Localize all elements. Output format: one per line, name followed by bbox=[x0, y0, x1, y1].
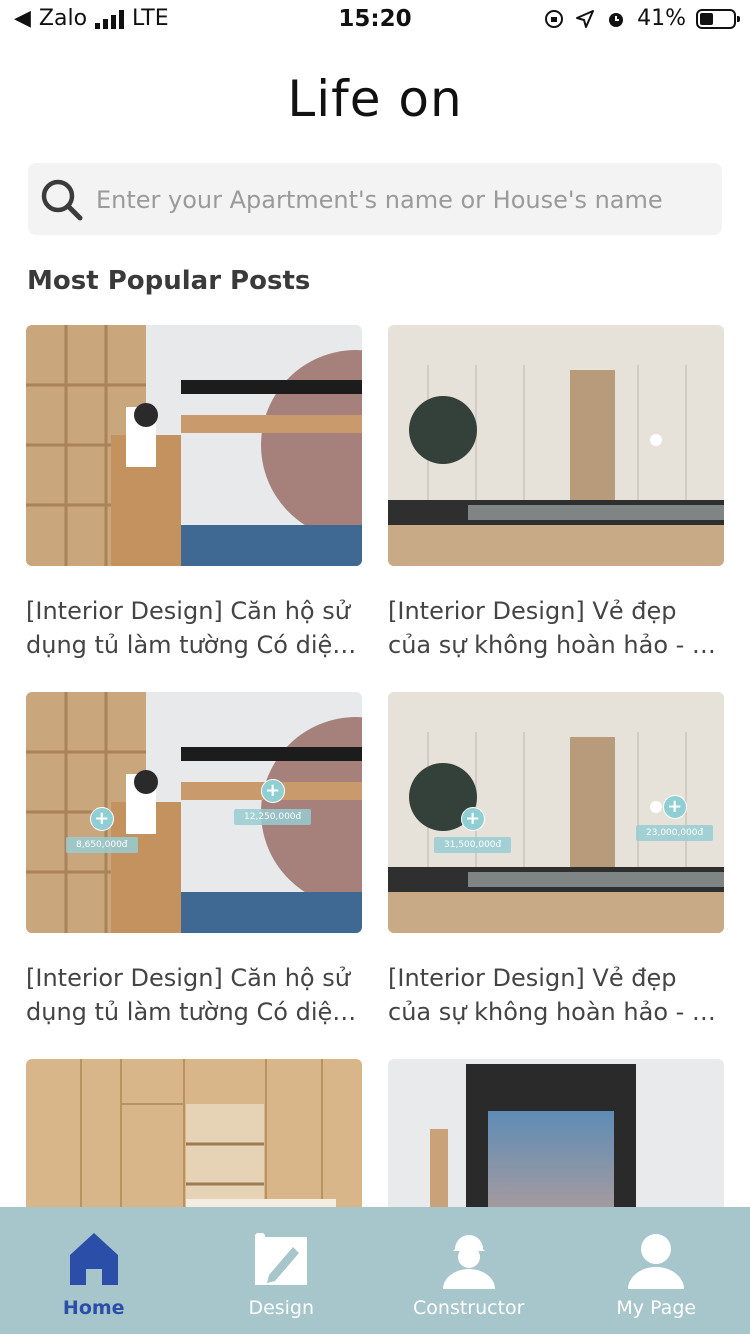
tab-constructor[interactable]: Constructor bbox=[375, 1207, 563, 1334]
battery-fill bbox=[700, 12, 713, 25]
post-image[interactable]: + 31,500,000đ + 23,000,000đ bbox=[388, 692, 724, 933]
tab-label: Home bbox=[62, 1297, 125, 1319]
search-icon bbox=[41, 179, 83, 221]
post-card[interactable]: [Interior Design] Vẻ đẹp của sự không ho… bbox=[388, 325, 724, 662]
post-card[interactable]: + 8,650,000đ + 12,250,000đ [Interior Des… bbox=[26, 692, 362, 1029]
post-image[interactable] bbox=[388, 325, 724, 566]
post-title[interactable]: [Interior Design] Căn hộ sử dụng tủ làm … bbox=[26, 961, 362, 1029]
home-icon bbox=[69, 1233, 118, 1285]
post-card[interactable]: [Interior Design] Căn hộ sử dụng tủ làm … bbox=[26, 325, 362, 662]
tab-label: Constructor bbox=[413, 1297, 525, 1319]
battery-icon bbox=[696, 8, 740, 29]
price-tag[interactable]: + 31,500,000đ bbox=[434, 807, 512, 853]
plus-icon[interactable]: + bbox=[662, 795, 687, 819]
alarm-icon bbox=[609, 12, 624, 27]
price-tag[interactable]: + 12,250,000đ bbox=[234, 779, 312, 825]
price-label: 23,000,000đ bbox=[636, 825, 714, 841]
search-input[interactable] bbox=[94, 163, 708, 237]
plus-icon[interactable]: + bbox=[260, 779, 285, 803]
battery-percent: 41% bbox=[637, 6, 686, 31]
location-icon bbox=[576, 9, 595, 28]
tab-bar: Home Design Constructor My Page bbox=[0, 1207, 750, 1334]
post-card[interactable]: + 31,500,000đ + 23,000,000đ [Interior De… bbox=[388, 692, 724, 1029]
price-label: 8,650,000đ bbox=[66, 837, 138, 853]
post-title[interactable]: [Interior Design] Vẻ đẹp của sự không ho… bbox=[388, 961, 724, 1029]
constructor-icon bbox=[442, 1235, 495, 1289]
tab-label: My Page bbox=[616, 1297, 697, 1319]
price-label: 12,250,000đ bbox=[234, 809, 312, 825]
post-image[interactable]: + 8,650,000đ + 12,250,000đ bbox=[26, 692, 362, 933]
user-icon bbox=[628, 1234, 685, 1289]
status-right: 41% bbox=[543, 6, 740, 31]
rotation-lock-icon bbox=[545, 9, 564, 28]
plus-icon[interactable]: + bbox=[460, 807, 485, 831]
tab-label: Design bbox=[248, 1297, 315, 1319]
post-title[interactable]: [Interior Design] Căn hộ sử dụng tủ làm … bbox=[26, 594, 362, 662]
app-logo: Life on bbox=[287, 70, 463, 128]
price-label: 31,500,000đ bbox=[434, 837, 512, 853]
post-title[interactable]: [Interior Design] Vẻ đẹp của sự không ho… bbox=[388, 594, 724, 662]
tab-design[interactable]: Design bbox=[188, 1207, 376, 1334]
tab-my-page[interactable]: My Page bbox=[563, 1207, 750, 1334]
tab-home[interactable]: Home bbox=[0, 1207, 188, 1334]
design-icon bbox=[255, 1233, 308, 1285]
plus-icon[interactable]: + bbox=[89, 807, 114, 831]
price-tag[interactable]: + 23,000,000đ bbox=[636, 795, 714, 841]
status-bar: ◀ Zalo LTE 15:20 41% bbox=[0, 0, 750, 42]
search-bar[interactable] bbox=[28, 163, 722, 237]
section-title: Most Popular Posts bbox=[27, 266, 311, 296]
post-image[interactable] bbox=[26, 325, 362, 566]
price-tag[interactable]: + 8,650,000đ bbox=[66, 807, 138, 853]
